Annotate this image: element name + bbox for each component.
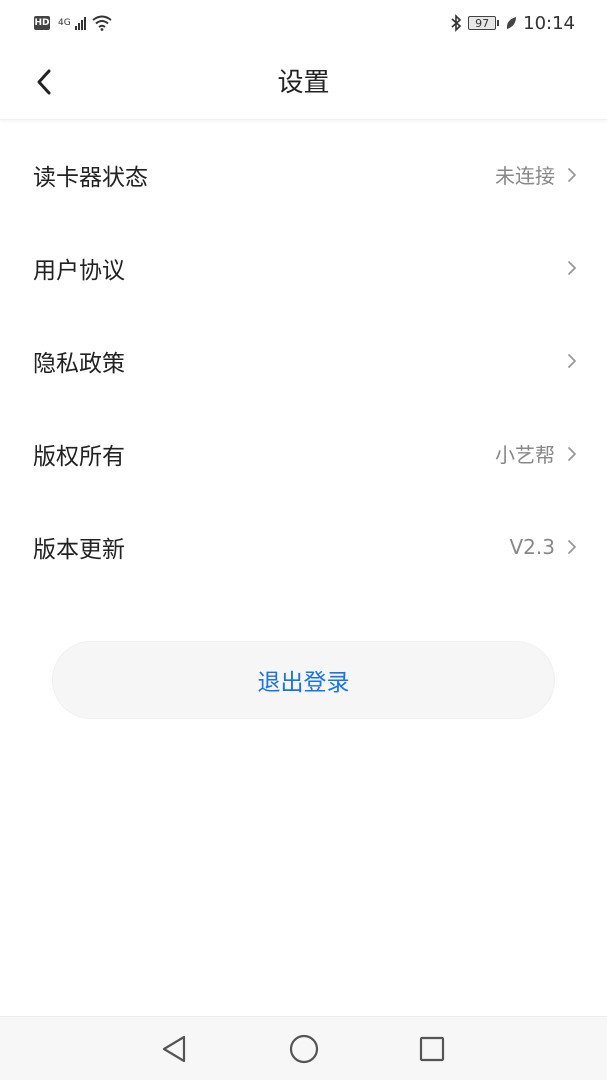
setting-right [567, 353, 577, 369]
setting-label: 读卡器状态 [33, 164, 148, 191]
setting-item-card-reader-status[interactable]: 读卡器状态 未连接 [0, 128, 607, 221]
status-left: HD 4G [34, 15, 112, 31]
logout-button[interactable]: 退出登录 [52, 641, 555, 719]
setting-right [567, 260, 577, 276]
status-time: 10:14 [523, 12, 575, 34]
battery-level: 97 [468, 16, 497, 30]
nav-back-button[interactable] [156, 1031, 192, 1067]
circle-home-icon [289, 1034, 319, 1064]
setting-label: 隐私政策 [33, 350, 125, 377]
app-header: 设置 [0, 46, 607, 120]
status-right: 97 10:14 [450, 13, 575, 34]
nav-home-button[interactable] [286, 1031, 322, 1067]
setting-label: 版本更新 [33, 536, 125, 563]
chevron-right-icon [568, 260, 576, 275]
chevron-right-icon [568, 167, 576, 182]
network-type: 4G [58, 18, 71, 28]
bluetooth-icon [451, 14, 462, 32]
setting-label: 用户协议 [33, 257, 125, 284]
chevron-right-icon [568, 539, 576, 554]
page-title: 设置 [277, 68, 330, 98]
setting-value: 未连接 [495, 164, 555, 188]
chevron-right-icon [568, 446, 576, 461]
square-recents-icon [419, 1036, 445, 1062]
setting-item-privacy-policy[interactable]: 隐私政策 [0, 314, 607, 407]
setting-right: 小艺帮 [495, 439, 577, 468]
chevron-right-icon [568, 353, 576, 368]
settings-list: 读卡器状态 未连接 用户协议 隐私政策 版权所有 小艺帮 版本更新 V2.3 [0, 128, 607, 593]
setting-item-copyright[interactable]: 版权所有 小艺帮 [0, 407, 607, 500]
leaf-icon [507, 17, 517, 29]
wifi-icon [92, 15, 112, 31]
setting-item-user-agreement[interactable]: 用户协议 [0, 221, 607, 314]
setting-value: V2.3 [509, 534, 556, 559]
signal-icon [74, 16, 86, 30]
setting-item-version-update[interactable]: 版本更新 V2.3 [0, 500, 607, 593]
setting-right: 未连接 [495, 160, 577, 189]
battery-icon: 97 [468, 16, 500, 30]
system-nav-bar [0, 1016, 607, 1080]
triangle-back-icon [162, 1035, 186, 1063]
hd-badge: HD [34, 16, 50, 30]
status-bar: HD 4G 97 10:14 [0, 0, 607, 46]
setting-right: V2.3 [510, 535, 578, 559]
setting-label: 版权所有 [33, 443, 125, 470]
nav-recents-button[interactable] [414, 1031, 450, 1067]
setting-value: 小艺帮 [495, 443, 555, 467]
